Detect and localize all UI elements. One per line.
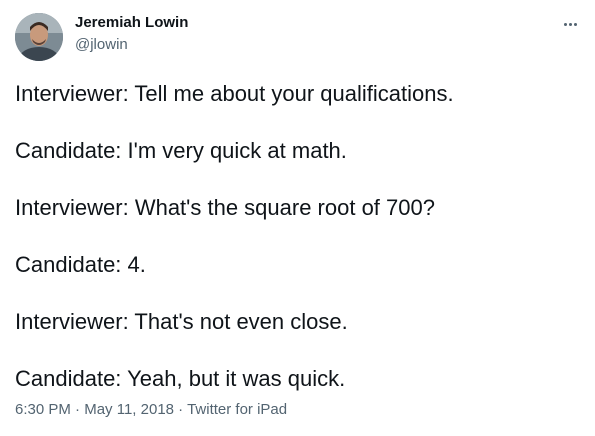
more-options-button[interactable] <box>558 14 582 34</box>
tweet-time[interactable]: 6:30 PM <box>15 401 71 418</box>
tweet-date[interactable]: May 11, 2018 <box>84 401 174 418</box>
author-handle[interactable]: @jlowin <box>75 36 128 53</box>
more-horizontal-icon-dot <box>568 22 572 26</box>
tweet-line: Candidate: 4. <box>15 252 146 277</box>
tweet-line: Interviewer: What's the square root of 7… <box>15 195 435 220</box>
avatar[interactable] <box>15 13 63 61</box>
tweet-line: Interviewer: That's not even close. <box>15 309 348 334</box>
tweet-text: Interviewer: Tell me about your qualific… <box>15 80 585 422</box>
more-horizontal-icon-dot <box>573 22 577 26</box>
tweet-line: Candidate: Yeah, but it was quick. <box>15 366 346 391</box>
tweet-line: Interviewer: Tell me about your qualific… <box>15 81 454 106</box>
tweet-line: Candidate: I'm very quick at math. <box>15 138 347 163</box>
meta-separator: · <box>174 401 188 418</box>
tweet-card: Jeremiah Lowin @jlowin Interviewer: Tell… <box>0 0 595 436</box>
tweet-source: Twitter for iPad <box>187 401 288 418</box>
meta-separator: · <box>70 401 85 418</box>
author-name[interactable]: Jeremiah Lowin <box>75 14 188 31</box>
avatar-image <box>15 13 63 61</box>
tweet-metadata: 6:30 PM · May 11, 2018 · Twitter for iPa… <box>15 401 287 418</box>
more-horizontal-icon <box>563 22 567 26</box>
